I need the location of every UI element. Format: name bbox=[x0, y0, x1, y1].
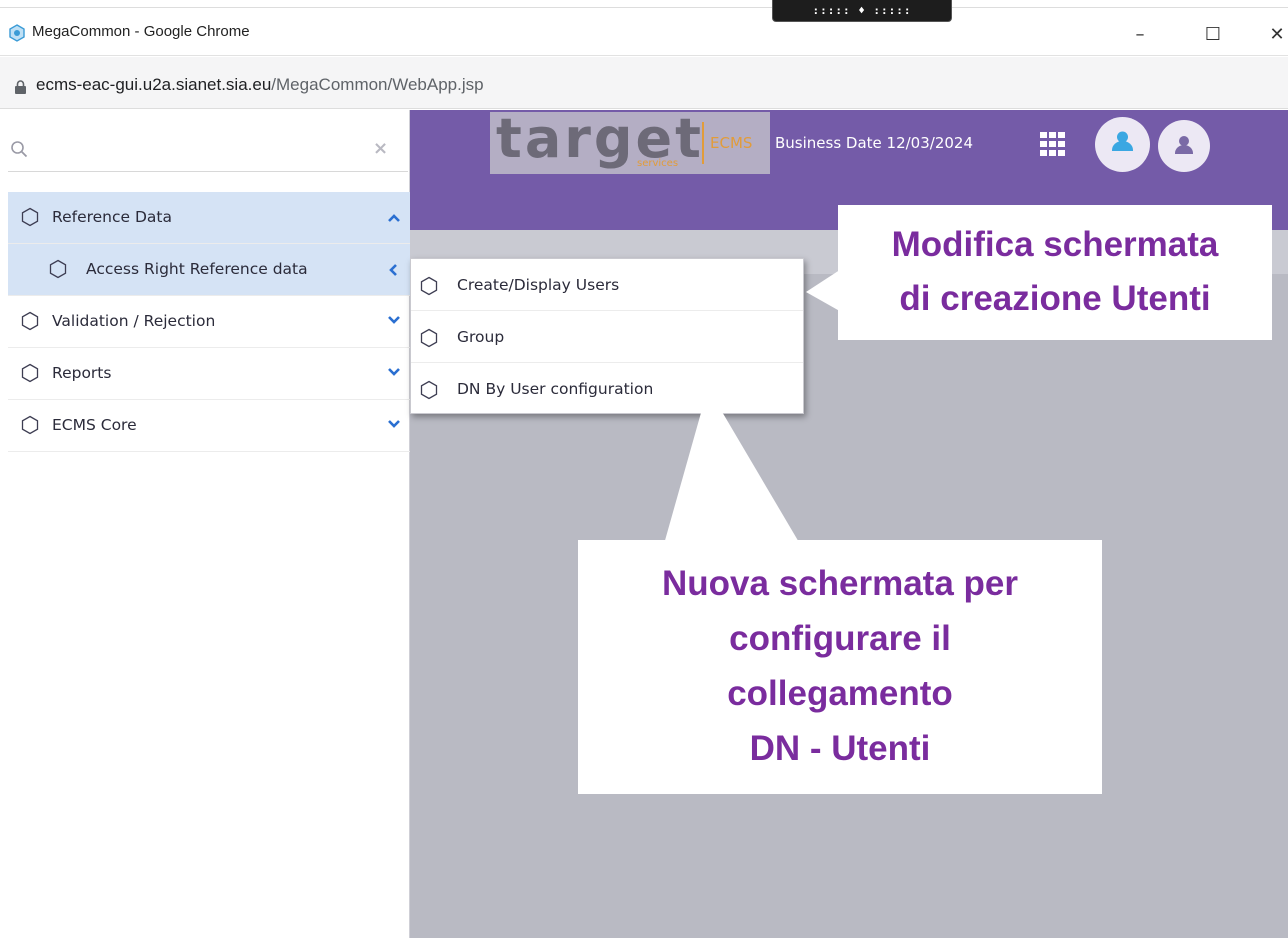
sidebar-item-reference-data[interactable]: Reference Data bbox=[8, 192, 410, 244]
chevron-left-icon[interactable] bbox=[386, 262, 402, 278]
sidebar-item-label: Access Right Reference data bbox=[86, 260, 308, 278]
window-title: MegaCommon - Google Chrome bbox=[32, 23, 250, 40]
secondary-user-avatar-icon[interactable] bbox=[1158, 120, 1210, 172]
callout-modify-text: Modifica schermata di creazione Utenti bbox=[838, 218, 1272, 326]
submenu-item-dn-by-user-configuration[interactable]: DN By User configuration bbox=[411, 363, 803, 415]
sidebar-item-label: ECMS Core bbox=[52, 416, 137, 434]
logo-services-text: services bbox=[637, 158, 679, 169]
lock-icon bbox=[15, 80, 26, 94]
hexagon-icon bbox=[21, 311, 39, 331]
callout-new-line: DN - Utenti bbox=[749, 729, 931, 768]
hexagon-icon bbox=[420, 380, 438, 400]
sidebar-item-label: Reports bbox=[52, 364, 112, 382]
access-right-submenu: Create/Display Users Group DN By User co… bbox=[410, 258, 804, 414]
window-titlebar[interactable]: MegaCommon - Google Chrome – ☐ ✕ bbox=[0, 8, 1288, 56]
hexagon-icon bbox=[21, 363, 39, 383]
window-drag-handle[interactable]: ::::: ♦ ::::: bbox=[772, 0, 952, 22]
secondary-user-avatar-glyph bbox=[1175, 136, 1193, 154]
callout-new-line: collegamento bbox=[727, 674, 953, 713]
callout-new-line: Nuova schermata per bbox=[662, 564, 1018, 603]
chevron-down-icon[interactable] bbox=[386, 312, 402, 328]
search-icon bbox=[11, 141, 28, 158]
hexagon-icon bbox=[49, 259, 67, 279]
hexagon-icon bbox=[420, 328, 438, 348]
url-host: ecms-eac-gui.u2a.sianet.sia.eu bbox=[36, 75, 272, 94]
minimize-button[interactable]: – bbox=[1125, 20, 1155, 48]
callout-new-text: Nuova schermata per configurare il colle… bbox=[578, 556, 1102, 776]
search-input[interactable]: × bbox=[8, 132, 408, 172]
submenu-item-label: DN By User configuration bbox=[457, 380, 654, 398]
callout-modify-line: di creazione Utenti bbox=[899, 279, 1211, 318]
sidebar-item-validation-rejection[interactable]: Validation / Rejection bbox=[8, 296, 410, 348]
hexagon-icon bbox=[21, 415, 39, 435]
chevron-up-icon[interactable] bbox=[386, 210, 402, 226]
sidebar: × Reference Data Access Right Reference … bbox=[0, 110, 410, 938]
hexagon-icon bbox=[21, 207, 39, 227]
chevron-down-icon[interactable] bbox=[386, 364, 402, 380]
business-date: Business Date 12/03/2024 bbox=[775, 134, 973, 152]
user-avatar-icon[interactable] bbox=[1095, 117, 1150, 172]
close-button[interactable]: ✕ bbox=[1262, 20, 1288, 48]
submenu-item-group[interactable]: Group bbox=[411, 311, 803, 363]
submenu-item-create-display-users[interactable]: Create/Display Users bbox=[411, 259, 803, 311]
submenu-item-label: Create/Display Users bbox=[457, 276, 620, 294]
sidebar-item-reports[interactable]: Reports bbox=[8, 348, 410, 400]
sidebar-item-ecms-core[interactable]: ECMS Core bbox=[8, 400, 410, 452]
hexagon-icon bbox=[420, 276, 438, 296]
callout-modify-line: Modifica schermata bbox=[891, 225, 1219, 264]
url-text[interactable]: ecms-eac-gui.u2a.sianet.sia.eu/MegaCommo… bbox=[36, 75, 484, 95]
user-avatar-glyph bbox=[1112, 131, 1133, 151]
grid-icon[interactable] bbox=[1040, 132, 1066, 156]
callout-new-line: configurare il bbox=[729, 619, 951, 658]
window-top-edge bbox=[0, 0, 1288, 8]
sidebar-item-label: Reference Data bbox=[52, 208, 172, 226]
url-path: /MegaCommon/WebApp.jsp bbox=[271, 75, 484, 94]
logo-separator bbox=[702, 122, 704, 164]
sidebar-item-label: Validation / Rejection bbox=[52, 312, 216, 330]
megacommon-app-icon bbox=[9, 24, 25, 42]
logo-product-text: ECMS bbox=[710, 134, 753, 152]
clear-search-icon[interactable]: × bbox=[373, 138, 388, 159]
maximize-button[interactable]: ☐ bbox=[1198, 20, 1228, 48]
sidebar-item-access-right-reference-data[interactable]: Access Right Reference data bbox=[8, 244, 410, 296]
submenu-item-label: Group bbox=[457, 328, 505, 346]
chevron-down-icon[interactable] bbox=[386, 416, 402, 432]
